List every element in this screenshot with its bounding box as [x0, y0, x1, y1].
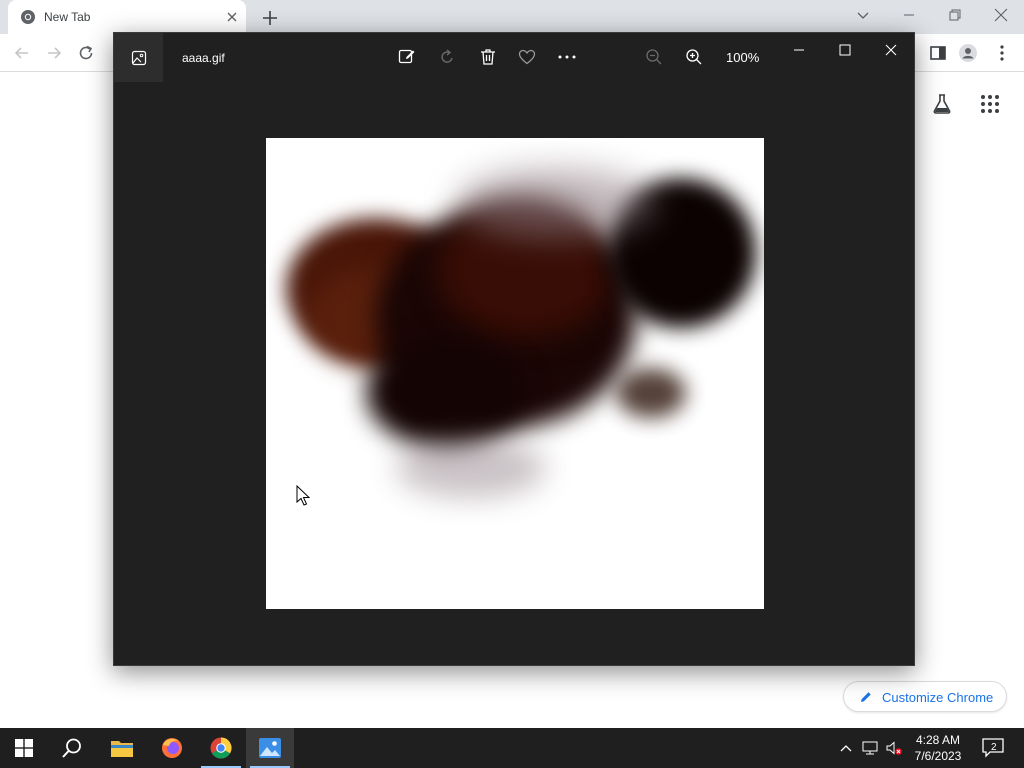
more-vert-icon[interactable] [992, 43, 1012, 63]
photos-window: aaaa.gif 100% [113, 32, 915, 666]
trash-icon[interactable] [478, 47, 498, 67]
restore-button[interactable] [932, 0, 978, 30]
back-icon[interactable] [12, 43, 32, 63]
maximize-icon[interactable] [833, 39, 857, 61]
chrome-icon [210, 737, 232, 759]
rotate-icon[interactable] [437, 47, 457, 67]
chevron-down-icon [857, 12, 869, 19]
start-button[interactable] [0, 728, 48, 768]
zoom-out-icon[interactable] [644, 47, 664, 67]
taskbar-firefox[interactable] [148, 728, 196, 768]
windows-icon [15, 739, 33, 757]
taskbar-photos[interactable] [246, 728, 294, 768]
profile-icon[interactable] [958, 43, 978, 63]
pencil-icon [861, 692, 871, 702]
mouse-cursor [296, 485, 310, 506]
tab-search-button[interactable] [840, 0, 886, 30]
reload-icon[interactable] [76, 43, 96, 63]
customize-chrome-label: Customize Chrome [882, 690, 994, 705]
customize-chrome-button[interactable]: Customize Chrome [843, 681, 1007, 712]
labs-flask-icon[interactable] [930, 92, 954, 116]
firefox-icon [162, 738, 182, 758]
photos-icon [259, 738, 281, 758]
minimize-icon [904, 14, 914, 16]
chevron-up-icon[interactable] [838, 740, 854, 756]
volume-muted-icon[interactable] [886, 740, 902, 756]
clock-date: 7/6/2023 [914, 749, 962, 763]
apps-grid-icon[interactable] [978, 92, 1002, 116]
displayed-image [266, 138, 764, 609]
tab-title: New Tab [44, 10, 91, 24]
notification-center-button[interactable]: 2 [980, 736, 1006, 760]
close-window-button[interactable] [978, 0, 1024, 30]
taskbar-file-explorer[interactable] [98, 728, 146, 768]
search-icon [62, 738, 81, 758]
clock-time: 4:28 AM [915, 733, 961, 747]
edit-image-icon[interactable] [397, 47, 417, 67]
chrome-tabstrip: New Tab [0, 0, 1024, 34]
chrome-icon [21, 10, 35, 24]
system-clock[interactable]: 4:28 AM 7/6/2023 [906, 732, 970, 764]
taskbar-chrome[interactable] [197, 728, 245, 768]
photos-app-button[interactable] [114, 33, 163, 82]
zoom-in-icon[interactable] [684, 47, 704, 67]
minimize-button[interactable] [886, 0, 932, 30]
minimize-icon[interactable] [787, 39, 811, 61]
more-icon[interactable] [557, 47, 577, 67]
heart-icon[interactable] [517, 47, 537, 67]
zoom-level[interactable]: 100% [726, 50, 759, 65]
close-icon[interactable] [879, 39, 903, 61]
image-icon [131, 50, 146, 65]
file-name: aaaa.gif [182, 51, 225, 65]
network-icon[interactable] [862, 740, 878, 756]
close-icon[interactable] [224, 9, 240, 25]
folder-icon [111, 741, 133, 757]
taskbar: 4:28 AM 7/6/2023 2 [0, 728, 1024, 768]
notification-count: 2 [991, 742, 997, 753]
tab-new-tab[interactable]: New Tab [8, 0, 246, 34]
side-panel-icon[interactable] [928, 43, 948, 63]
new-tab-icon[interactable] [260, 8, 280, 28]
close-icon [994, 8, 1008, 22]
forward-icon[interactable] [44, 43, 64, 63]
search-button[interactable] [48, 728, 96, 768]
restore-icon [949, 9, 961, 21]
